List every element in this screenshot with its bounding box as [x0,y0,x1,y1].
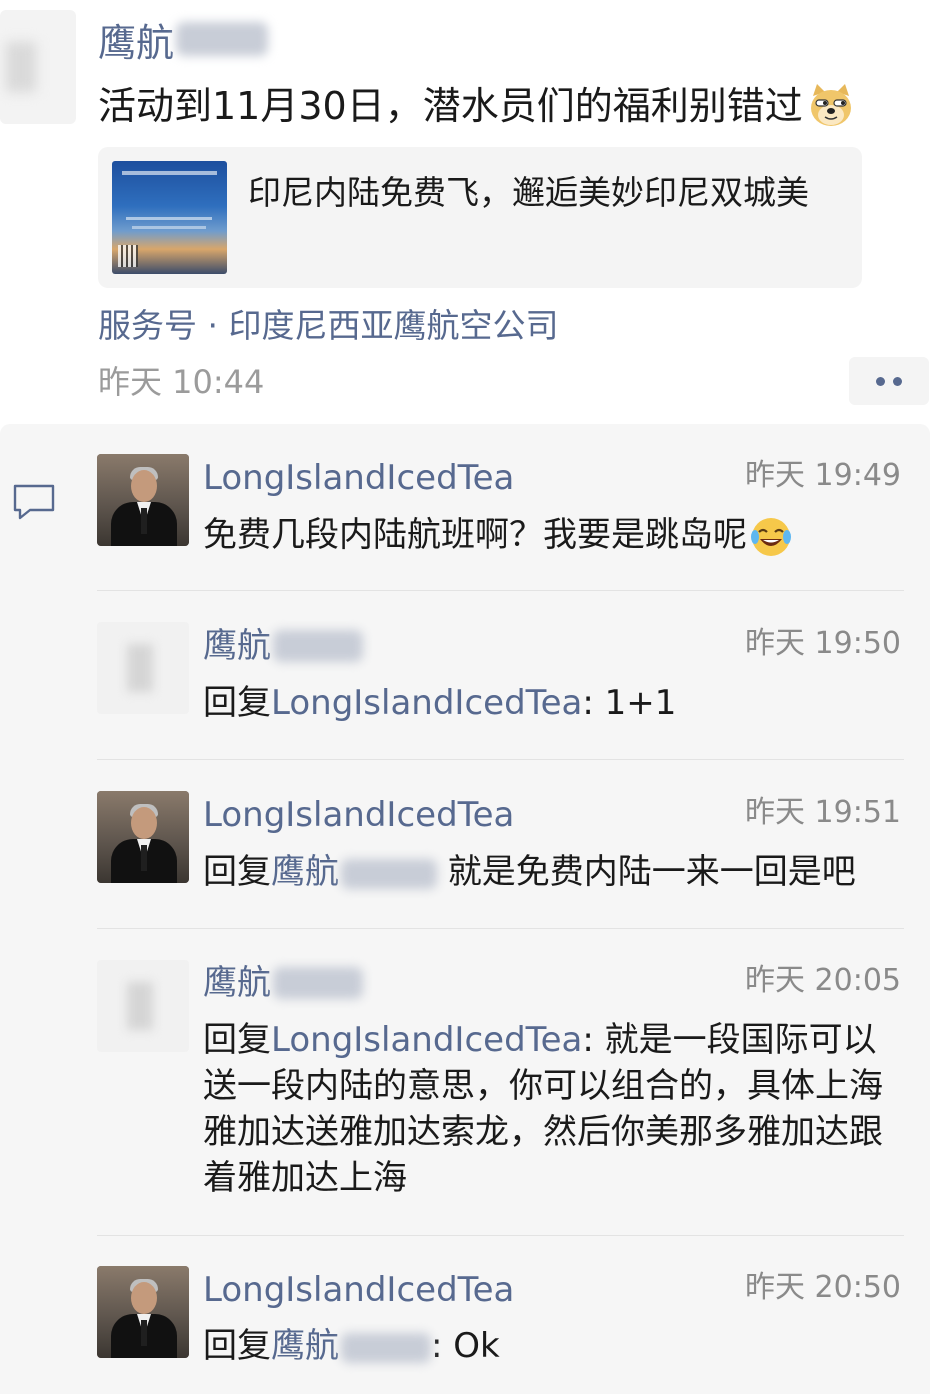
doge-emoji-icon [810,84,851,126]
commenter-avatar[interactable] [97,1266,189,1358]
redacted-blur [273,630,363,662]
redacted-blur [273,967,363,999]
commenter-avatar[interactable] [97,960,189,1052]
article-title: 印尼内陆免费飞，邂逅美妙印尼双城美 [248,173,809,212]
comment-text: 回复鹰航: Ok [203,1326,500,1366]
comment-time: 昨天 20:50 [745,1270,901,1305]
post-author-name[interactable]: 鹰航 [98,14,269,65]
comment-author[interactable]: 鹰航 [203,961,363,1005]
laughing-tears-emoji-icon [751,517,791,556]
reply-target-link[interactable]: LongIslandIcedTea [271,683,582,723]
comment-bubble-icon [13,484,55,520]
comment-author[interactable]: LongIslandIcedTea [203,1268,514,1312]
comment-divider [97,1235,904,1236]
more-options-button[interactable] [849,357,929,405]
comment-divider [97,928,904,929]
post-text: 活动到11月30日，潜水员们的福利别错过 [98,78,855,134]
more-dot-icon [876,376,885,386]
comment-author[interactable]: LongIslandIcedTea [203,456,514,500]
redacted-blur [341,858,437,889]
comment-time: 昨天 20:05 [745,963,901,998]
more-dot-icon [893,376,902,386]
comment-author[interactable]: 鹰航 [203,624,363,668]
post-author-avatar[interactable] [0,10,76,124]
comment-text: 免费几段内陆航班啊？我要是跳岛呢 [203,512,793,559]
comment-divider [97,759,904,760]
redacted-blur [341,1332,431,1363]
comment-divider [97,590,904,591]
comment-time: 昨天 19:49 [745,458,901,493]
comment-time: 昨天 19:51 [745,795,901,830]
post-source-link[interactable]: 服务号 · 印度尼西亚鹰航空公司 [98,303,558,349]
comment-author[interactable]: LongIslandIcedTea [203,793,514,837]
comment-text: 回复LongIslandIcedTea: 就是一段国际可以送一段内陆的意思，你可… [203,1020,883,1198]
commenter-avatar[interactable] [97,454,189,546]
redacted-blur [176,22,269,56]
article-thumbnail [112,161,227,274]
post-timestamp: 昨天 10:44 [98,363,265,401]
reply-target-link[interactable]: 鹰航 [271,1326,431,1366]
reply-target-link[interactable]: LongIslandIcedTea [271,1020,582,1060]
comment-text: 回复鹰航 就是免费内陆一来一回是吧 [203,852,856,892]
comments-panel [0,424,930,1394]
commenter-avatar[interactable] [97,791,189,883]
comment-time: 昨天 19:50 [745,626,901,661]
reply-target-link[interactable]: 鹰航 [271,852,437,892]
comment-text: 回复LongIslandIcedTea: 1+1 [203,683,677,723]
shared-article-card[interactable]: 印尼内陆免费飞，邂逅美妙印尼双城美 [98,147,862,288]
commenter-avatar[interactable] [97,622,189,714]
